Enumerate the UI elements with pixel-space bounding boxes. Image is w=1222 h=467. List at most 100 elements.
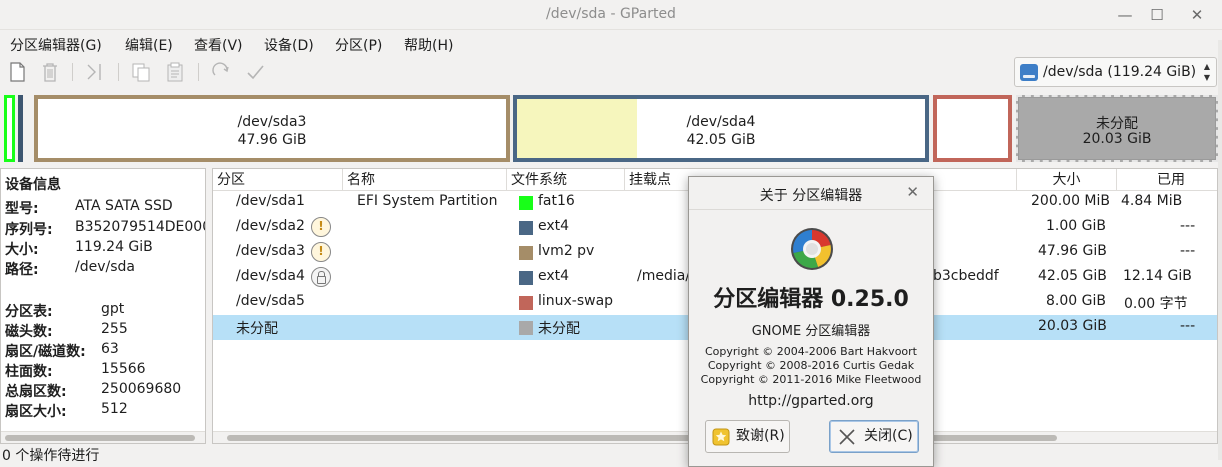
close-icon — [839, 429, 855, 445]
dialog-title-separator — [689, 209, 933, 210]
menu-partition[interactable]: 分区(P) — [335, 35, 382, 55]
cell-size: 8.00 GiB — [1046, 293, 1106, 309]
copyright-line: Copyright © 2004-2006 Bart Hakvoort — [704, 345, 917, 358]
paste-icon[interactable] — [164, 61, 186, 83]
maximize-button[interactable]: ☐ — [1144, 3, 1170, 27]
partition-block-size: 20.03 GiB — [1082, 131, 1152, 147]
cell-filesystem: lvm2 pv — [538, 243, 595, 259]
menu-device[interactable]: 设备(D) — [264, 35, 314, 55]
dialog-title: 关于 分区编辑器 — [759, 188, 863, 204]
info-horizontal-scrollbar[interactable] — [1, 431, 205, 443]
drive-icon — [1020, 64, 1038, 81]
delete-icon[interactable] — [39, 61, 61, 83]
resize-move-icon[interactable] — [84, 61, 106, 83]
partition-block-size: 47.96 GiB — [237, 132, 307, 148]
filesystem-color-swatch — [519, 196, 533, 210]
menu-bar: 分区编辑器(G) 编辑(E) 查看(V) 设备(D) 分区(P) 帮助(H) — [0, 31, 1222, 57]
cell-partition: 未分配 — [236, 321, 278, 337]
partition-block-name: /dev/sda3 — [237, 114, 307, 130]
spinner-arrows-icon: ▲ ▼ — [1203, 62, 1210, 82]
column-header-filesystem[interactable]: 文件系统 — [507, 169, 625, 191]
app-name: 分区编辑器 0.25.0 — [713, 287, 909, 312]
info-key: 磁头数: — [5, 324, 53, 340]
cell-partition: /dev/sda5 — [236, 293, 305, 309]
cell-filesystem: 未分配 — [538, 321, 580, 337]
info-value: gpt — [101, 301, 125, 317]
scrollbar-thumb[interactable] — [5, 435, 195, 441]
cell-mountpoint-tail: b3cbeddf — [933, 268, 999, 284]
cell-used: 12.14 GiB — [1123, 268, 1192, 284]
info-key: 扇区大小: — [5, 404, 67, 420]
filesystem-color-swatch — [519, 271, 533, 285]
partition-block-sda2[interactable] — [18, 95, 23, 162]
cell-used: --- — [1180, 218, 1196, 234]
close-window-button[interactable]: ✕ — [1184, 3, 1210, 27]
copy-icon[interactable] — [130, 61, 152, 83]
menu-gparted[interactable]: 分区编辑器(G) — [10, 35, 102, 55]
cell-size: 200.00 MiB — [1031, 193, 1111, 209]
cell-partition: /dev/sda3 — [236, 243, 305, 259]
close-dialog-button[interactable]: 关闭(C) — [829, 420, 919, 453]
toolbar-separator — [198, 63, 199, 81]
warning-icon: ! — [311, 217, 331, 237]
cell-name: EFI System Partition — [357, 193, 498, 209]
info-value: 119.24 GiB — [75, 239, 153, 255]
column-header-name[interactable]: 名称 — [343, 169, 507, 191]
status-bar: 0 个操作待进行 — [2, 448, 100, 464]
info-key: 序列号: — [5, 222, 53, 238]
new-partition-icon[interactable] — [6, 61, 28, 83]
partition-block-name: /dev/sda4 — [686, 114, 756, 130]
cell-size: 42.05 GiB — [1038, 268, 1107, 284]
warning-icon: ! — [311, 242, 331, 262]
partition-block-sda3[interactable]: /dev/sda3 47.96 GiB — [34, 95, 510, 162]
copyright-line: Copyright © 2011-2016 Mike Fleetwood — [700, 373, 922, 386]
cell-filesystem: ext4 — [538, 218, 570, 234]
column-header-used[interactable]: 已用 — [1117, 169, 1217, 191]
menu-help[interactable]: 帮助(H) — [404, 35, 453, 55]
cell-size: 20.03 GiB — [1038, 318, 1107, 334]
device-info-heading: 设备信息 — [5, 177, 61, 193]
partition-block-sda5[interactable] — [933, 95, 1012, 162]
info-value: 15566 — [101, 361, 146, 377]
undo-icon[interactable] — [210, 61, 232, 83]
cell-used: 0.00 字节 — [1124, 296, 1188, 312]
window-title: /dev/sda - GParted — [546, 6, 676, 22]
cell-mountpoint: /media/ — [637, 268, 691, 284]
column-header-partition[interactable]: 分区 — [213, 169, 343, 191]
device-selector[interactable]: /dev/sda (119.24 GiB) ▲ ▼ — [1014, 57, 1217, 87]
cell-partition: /dev/sda1 — [236, 193, 305, 209]
apply-icon[interactable] — [244, 61, 266, 83]
device-selector-label: /dev/sda (119.24 GiB) — [1043, 64, 1197, 80]
info-key: 路径: — [5, 262, 39, 278]
cell-used: --- — [1180, 318, 1196, 334]
device-info-panel: 设备信息 型号: ATA SATA SSD 序列号: B352079514DE0… — [0, 168, 206, 444]
cell-filesystem: fat16 — [538, 193, 575, 209]
info-key: 型号: — [5, 201, 39, 217]
column-header-size[interactable]: 大小 — [1017, 169, 1117, 191]
info-value: 512 — [101, 401, 128, 417]
info-value: ATA SATA SSD — [75, 198, 173, 214]
partition-block-sda1[interactable] — [4, 95, 15, 162]
partition-block-name: 未分配 — [1096, 116, 1138, 132]
partition-block-sda4[interactable]: /dev/sda4 42.05 GiB — [513, 95, 929, 162]
info-key: 分区表: — [5, 304, 53, 320]
menu-edit[interactable]: 编辑(E) — [125, 35, 173, 55]
partition-block-size: 42.05 GiB — [686, 132, 756, 148]
copyright-line: Copyright © 2008-2016 Curtis Gedak — [707, 359, 915, 372]
toolbar-separator — [118, 63, 119, 81]
star-icon — [712, 428, 730, 446]
info-value: /dev/sda — [75, 259, 135, 275]
website-link[interactable]: http://gparted.org — [689, 393, 933, 409]
info-key: 大小: — [5, 242, 39, 258]
info-value: 255 — [101, 321, 128, 337]
app-subtitle: GNOME 分区编辑器 — [751, 324, 871, 339]
info-value: 63 — [101, 341, 119, 357]
filesystem-color-swatch — [519, 321, 533, 335]
filesystem-color-swatch — [519, 246, 533, 260]
minimize-button[interactable]: — — [1112, 3, 1138, 27]
info-value: B352079514DE0001 — [75, 219, 206, 235]
credits-button[interactable]: 致谢(R) — [705, 420, 790, 453]
dialog-close-icon[interactable]: ✕ — [906, 183, 919, 201]
menu-view[interactable]: 查看(V) — [194, 35, 243, 55]
partition-block-unallocated[interactable]: 未分配 20.03 GiB — [1016, 95, 1218, 162]
